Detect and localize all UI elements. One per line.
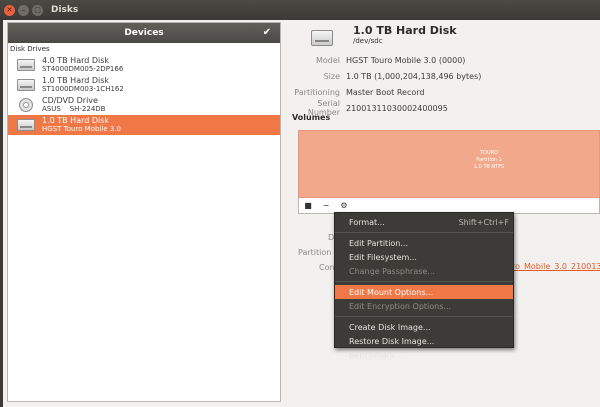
prop-value: 21001311030002400095 xyxy=(346,103,448,113)
disk-properties: Model HGST Touro Mobile 3.0 (0000) Size … xyxy=(290,52,600,118)
menu-item-edit-mount-options[interactable]: Edit Mount Options... xyxy=(335,285,513,299)
menu-item-restore-disk-image[interactable]: Restore Disk Image... xyxy=(335,334,513,348)
window-controls: ✕ – □ xyxy=(4,4,43,16)
close-icon[interactable]: ✕ xyxy=(4,4,15,16)
volumes-label: Volumes xyxy=(292,113,331,122)
optical-disc-icon xyxy=(16,98,36,113)
partition-name: TOURO xyxy=(479,149,499,156)
menu-item-create-disk-image[interactable]: Create Disk Image... xyxy=(335,320,513,334)
disk-name: 1.0 TB Hard Disk xyxy=(353,24,457,37)
mount-point-link[interactable]: ro_Mobile_3.0_2100131 xyxy=(512,262,600,271)
prop-row-size: Size 1.0 TB (1,000,204,138,496 bytes) xyxy=(290,68,600,84)
prop-row-partitioning: Partitioning Master Boot Record xyxy=(290,84,600,100)
drive-name: 1.0 TB Hard Disk xyxy=(42,116,110,125)
drive-name: 1.0 TB Hard Disk xyxy=(42,76,110,85)
drive-model: ST1000DM003-1CH162 xyxy=(42,85,124,93)
prop-row-serial: Serial Number 21001311030002400095 xyxy=(290,99,600,117)
menu-item-benchmark[interactable]: Benchmark... xyxy=(335,348,513,362)
menu-item-shortcut: Shift+Ctrl+F xyxy=(458,217,509,227)
section-label-disk-drives: Disk Drives xyxy=(10,45,50,53)
checkmark-icon[interactable]: ✔ xyxy=(260,26,274,40)
drive-item-1tb-seagate[interactable]: 1.0 TB Hard Disk ST1000DM003-1CH162 xyxy=(8,75,280,95)
drive-model: ASUS SH-224DB xyxy=(42,105,106,113)
menu-item-label: Benchmark... xyxy=(349,350,403,360)
devices-header: Devices ✔ xyxy=(8,23,280,43)
hard-disk-icon xyxy=(16,78,36,93)
prop-key: Size xyxy=(323,71,340,81)
window-title: Disks xyxy=(51,5,79,15)
drive-item-4tb[interactable]: 4.0 TB Hard Disk ST4000DM005-2DP166 xyxy=(8,55,280,75)
drive-item-cd-dvd[interactable]: CD/DVD Drive ASUS SH-224DB xyxy=(8,95,280,115)
devices-sidebar: Devices ✔ Disk Drives 4.0 TB Hard Disk S… xyxy=(7,22,281,402)
menu-item-edit-filesystem[interactable]: Edit Filesystem... xyxy=(335,250,513,264)
partition-desc: 1.0 TB NTFS xyxy=(473,163,505,170)
menu-separator xyxy=(335,281,513,282)
drive-name: 4.0 TB Hard Disk xyxy=(42,56,110,65)
drive-model: HGST Touro Mobile 3.0 xyxy=(42,125,121,133)
disk-header: 1.0 TB Hard Disk /dev/sdc xyxy=(311,24,457,46)
minimize-icon[interactable]: – xyxy=(18,4,29,16)
menu-item-label: Restore Disk Image... xyxy=(349,336,435,346)
menu-item-label: Create Disk Image... xyxy=(349,322,431,332)
menu-separator xyxy=(335,316,513,317)
gears-icon[interactable]: ⚙ xyxy=(339,201,349,211)
prop-key-partition: Partition xyxy=(298,248,332,257)
window-titlebar: ✕ – □ Disks xyxy=(0,0,600,20)
menu-item-label: Edit Mount Options... xyxy=(349,287,434,297)
drive-model: ST4000DM005-2DP166 xyxy=(42,65,124,73)
menu-item-label: Format... xyxy=(349,217,385,227)
menu-item-label: Edit Encryption Options... xyxy=(349,301,452,311)
partition-label: TOURO Partition 1 1.0 TB NTFS xyxy=(474,150,504,171)
partition-block[interactable]: TOURO Partition 1 1.0 TB NTFS xyxy=(298,130,600,198)
desktop-edge xyxy=(0,20,3,407)
menu-item-label: Change Passphrase... xyxy=(349,266,435,276)
prop-key: Partitioning xyxy=(294,87,340,97)
menu-item-format[interactable]: Format... Shift+Ctrl+F xyxy=(335,215,513,229)
remove-partition-icon[interactable]: − xyxy=(321,201,331,211)
maximize-icon[interactable]: □ xyxy=(32,4,43,16)
prop-row-model: Model HGST Touro Mobile 3.0 (0000) xyxy=(290,52,600,68)
prop-key: Model xyxy=(315,55,340,65)
menu-item-edit-encryption-options[interactable]: Edit Encryption Options... xyxy=(335,299,513,313)
hard-disk-icon xyxy=(16,118,36,133)
menu-item-change-passphrase[interactable]: Change Passphrase... xyxy=(335,264,513,278)
drive-name: CD/DVD Drive xyxy=(42,96,98,105)
menu-item-label: Edit Filesystem... xyxy=(349,252,417,262)
prop-value: 1.0 TB (1,000,204,138,496 bytes) xyxy=(346,71,482,81)
menu-separator xyxy=(335,232,513,233)
hard-disk-icon xyxy=(16,58,36,73)
menu-item-label: Edit Partition... xyxy=(349,238,409,248)
menu-item-edit-partition[interactable]: Edit Partition... xyxy=(335,236,513,250)
disk-device-path: /dev/sdc xyxy=(353,37,383,45)
stop-icon[interactable]: ■ xyxy=(303,201,313,211)
prop-key-contents: Con xyxy=(319,263,335,272)
hard-disk-icon xyxy=(311,30,333,46)
partition-number: Partition 1 xyxy=(476,156,502,163)
drive-item-1tb-hgst[interactable]: 1.0 TB Hard Disk HGST Touro Mobile 3.0 xyxy=(8,115,280,135)
devices-header-label: Devices xyxy=(124,28,164,38)
gear-context-menu: Format... Shift+Ctrl+F Edit Partition...… xyxy=(334,212,514,360)
prop-value: Master Boot Record xyxy=(346,87,425,97)
prop-value: HGST Touro Mobile 3.0 (0000) xyxy=(346,55,466,65)
